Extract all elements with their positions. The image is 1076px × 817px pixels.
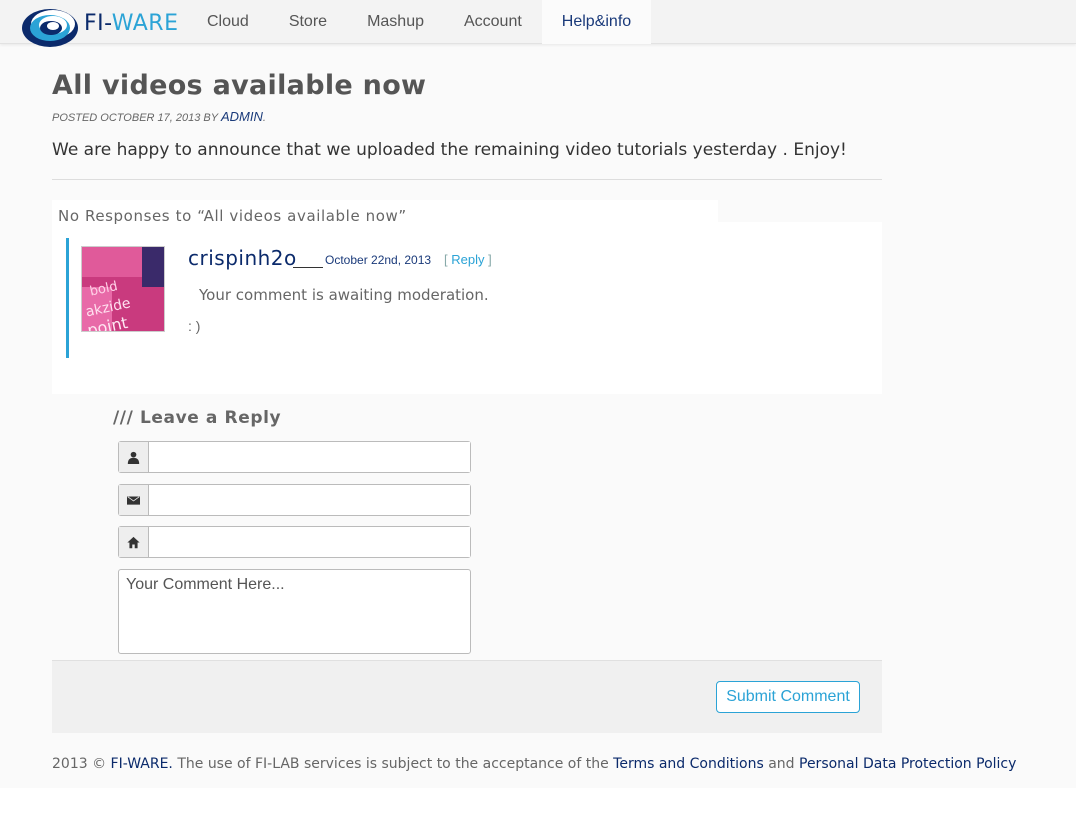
page-bottom-band [0, 788, 1076, 817]
footer-and: and [763, 756, 799, 772]
submit-comment-button[interactable]: Submit Comment [716, 681, 860, 713]
reply-close-bracket: ] [484, 252, 492, 267]
responses-heading: No Responses to “All videos available no… [52, 200, 718, 230]
email-input[interactable] [149, 485, 470, 515]
post-meta-date: POSTED OCTOBER 17, 2013 BY [52, 112, 221, 124]
nav-mashup[interactable]: Mashup [347, 0, 444, 44]
footer-copyright: 2013 © [52, 756, 111, 772]
comment-reply: [ Reply ] [444, 252, 492, 267]
website-input[interactable] [149, 527, 470, 557]
nav-help-info[interactable]: Help&info [541, 0, 652, 44]
fiware-logo[interactable]: FI-WARE [20, 2, 190, 50]
post-meta: POSTED OCTOBER 17, 2013 BY ADMIN. [52, 109, 266, 124]
nav-store[interactable]: Store [269, 0, 347, 44]
footer-brand-link[interactable]: FI-WARE. [111, 756, 173, 772]
main-nav: Cloud Store Mashup Account Help&info [187, 0, 652, 44]
reply-title: /// Leave a Reply [113, 408, 282, 428]
website-field [118, 526, 471, 558]
post-title: All videos available now [52, 70, 427, 101]
logo-suffix: WARE [111, 10, 179, 36]
terms-link[interactable]: Terms and Conditions [613, 756, 764, 772]
avatar-image: bold akzide point [82, 247, 164, 331]
comment-accent-bar [66, 238, 69, 358]
reply-link[interactable]: Reply [451, 252, 484, 267]
post-divider [52, 179, 882, 180]
fiware-swirl-icon [22, 9, 78, 47]
responses-panel [52, 222, 882, 394]
comment-date: October 22nd, 2013 [325, 253, 432, 267]
logo-prefix: FI- [84, 10, 112, 36]
comment-author-underline [293, 267, 323, 268]
post-author-link[interactable]: ADMIN [221, 109, 263, 124]
nav-cloud[interactable]: Cloud [187, 0, 269, 44]
footer: 2013 © FI-WARE. The use of FI-LAB servic… [52, 756, 1016, 772]
comment-moderation-notice: Your comment is awaiting moderation. [199, 286, 489, 304]
user-icon [119, 442, 149, 472]
top-navbar: FI-WARE Cloud Store Mashup Account Help&… [0, 0, 1076, 47]
post-body: We are happy to announce that we uploade… [52, 140, 847, 160]
logo-wordmark: FI-WARE [84, 11, 179, 36]
comment-text: : ) [188, 318, 201, 334]
home-icon [119, 527, 149, 557]
avatar: bold akzide point [81, 246, 165, 332]
comment-textarea[interactable] [118, 569, 471, 654]
name-input[interactable] [149, 442, 470, 472]
email-field [118, 484, 471, 516]
post-meta-suffix: . [262, 112, 266, 124]
name-field [118, 441, 471, 473]
privacy-policy-link[interactable]: Personal Data Protection Policy [799, 756, 1016, 772]
footer-text: The use of FI-LAB services is subject to… [172, 756, 614, 772]
nav-account[interactable]: Account [444, 0, 542, 44]
comment-author[interactable]: crispinh2o [188, 246, 297, 270]
envelope-icon [119, 485, 149, 515]
